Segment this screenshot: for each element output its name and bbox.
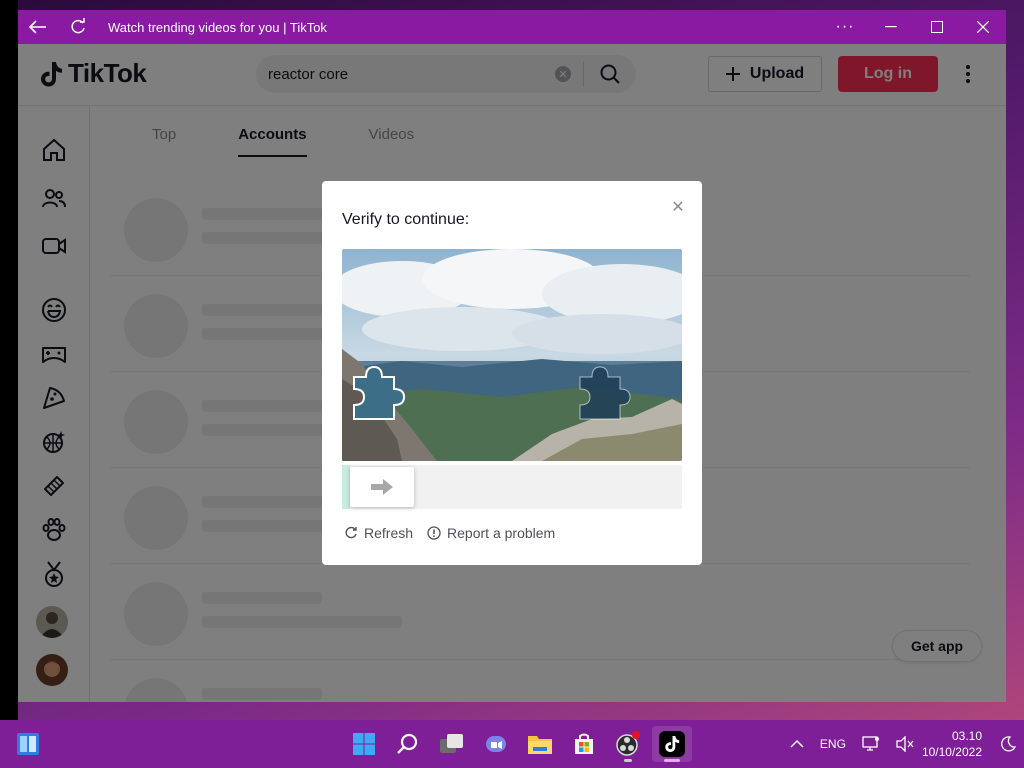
minimize-button[interactable] — [868, 10, 914, 44]
slider-handle[interactable] — [350, 467, 414, 507]
tray-overflow-button[interactable] — [782, 739, 812, 749]
tiktok-window: Watch trending videos for you | TikTok ·… — [18, 10, 1006, 702]
date-text: 10/10/2022 — [921, 745, 982, 759]
report-problem-label: Report a problem — [447, 525, 556, 541]
task-view-button[interactable] — [432, 726, 472, 762]
chevron-up-icon — [790, 739, 804, 748]
search-taskbar-button[interactable] — [388, 726, 428, 762]
teams-chat-button[interactable] — [476, 726, 516, 762]
volume-button[interactable] — [888, 736, 922, 752]
tiktok-icon — [659, 731, 685, 757]
minimize-icon — [885, 26, 897, 28]
start-button[interactable] — [344, 726, 384, 762]
modal-title: Verify to continue: — [342, 211, 470, 228]
obs-icon — [616, 731, 640, 756]
chat-icon — [486, 736, 506, 752]
clock[interactable]: 03.10 10/10/2022 — [922, 728, 992, 760]
desktop-edge — [0, 0, 18, 720]
captcha-modal: Verify to continue: ✕ Refresh Report a p… — [322, 181, 702, 565]
task-view-icon — [440, 734, 463, 753]
report-problem-button[interactable]: Report a problem — [427, 525, 555, 541]
network-button[interactable] — [854, 736, 888, 752]
more-options-button[interactable]: ··· — [822, 10, 868, 44]
volume-muted-icon — [896, 736, 914, 752]
taskbar-apps — [344, 726, 692, 762]
time-text: 03.10 — [951, 729, 982, 743]
arrow-right-icon — [371, 479, 393, 495]
close-button[interactable] — [960, 10, 1006, 44]
captcha-slider-track — [342, 465, 682, 509]
taskbar: ENG 03.10 10/10/2022 — [0, 720, 1024, 768]
close-modal-icon[interactable]: ✕ — [670, 199, 686, 216]
window-title: Watch trending videos for you | TikTok — [108, 19, 327, 35]
modal-actions: Refresh Report a problem — [344, 525, 569, 541]
close-icon — [977, 21, 989, 33]
moon-icon — [1001, 736, 1016, 752]
reload-icon — [71, 18, 85, 34]
refresh-icon — [345, 526, 357, 539]
slider-progress — [342, 465, 350, 509]
language-indicator[interactable]: ENG — [812, 737, 854, 751]
captcha-puzzle-image — [342, 249, 682, 461]
widgets-button[interactable] — [16, 732, 40, 761]
network-icon — [862, 736, 879, 751]
maximize-button[interactable] — [914, 10, 960, 44]
search-icon — [397, 733, 418, 754]
back-arrow-icon — [29, 20, 46, 34]
file-explorer-button[interactable] — [520, 726, 560, 762]
maximize-icon — [931, 21, 943, 33]
titlebar: Watch trending videos for you | TikTok ·… — [18, 10, 1006, 44]
info-icon — [427, 526, 441, 540]
widgets-icon — [17, 733, 39, 755]
reload-button[interactable] — [58, 10, 98, 44]
microsoft-store-button[interactable] — [564, 726, 604, 762]
refresh-button[interactable]: Refresh — [344, 525, 413, 541]
folder-icon — [528, 736, 552, 754]
obs-studio-button[interactable] — [608, 726, 648, 762]
store-icon — [575, 733, 593, 754]
focus-assist-button[interactable] — [992, 736, 1024, 752]
windows-icon — [353, 733, 375, 755]
refresh-label: Refresh — [364, 525, 414, 541]
system-tray: ENG 03.10 10/10/2022 — [782, 720, 1024, 768]
ellipsis-icon: ··· — [835, 18, 855, 35]
back-button[interactable] — [18, 10, 58, 44]
tiktok-taskbar-button[interactable] — [652, 726, 692, 762]
